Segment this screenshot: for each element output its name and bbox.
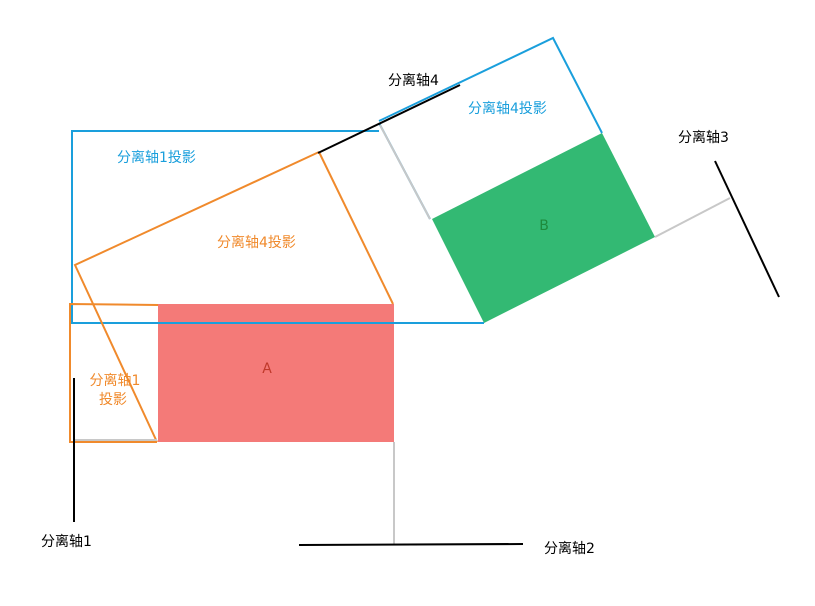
separating-axis-3 — [714, 160, 780, 298]
shape-a-label: A — [262, 361, 272, 377]
axis4-label: 分离轴4 — [388, 72, 439, 89]
axis1-label: 分离轴1 — [41, 533, 92, 550]
blue-axis1-projection-label: 分离轴1投影 — [117, 149, 196, 166]
separating-axis-2 — [298, 543, 524, 546]
axis3-label: 分离轴3 — [678, 129, 729, 146]
orange-axis4-projection-label: 分离轴4投影 — [217, 234, 296, 251]
orange-axis1-projection-label-line1: 分离轴1 — [90, 372, 141, 389]
separating-axis-diagram: A B 分离轴1 分离轴2 分离轴3 分离轴4 分离轴1投影 分离轴4投影 分离… — [41, 36, 780, 557]
axis2-label: 分离轴2 — [544, 540, 595, 557]
orange-axis1-projection-label-line2: 投影 — [99, 392, 127, 408]
guide-line-axis3 — [654, 197, 731, 238]
guide-line-axis4 — [379, 124, 431, 220]
orange-axis4-right-edge — [318, 151, 394, 305]
shape-a — [158, 304, 394, 442]
blue-axis4-projection-label: 分离轴4投影 — [468, 100, 547, 117]
shape-b-label: B — [539, 218, 549, 234]
